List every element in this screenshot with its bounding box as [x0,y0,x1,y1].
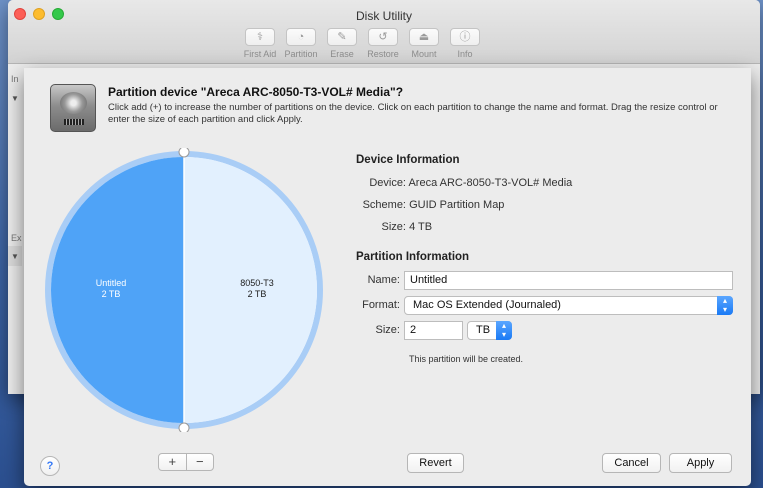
restore-icon[interactable]: ↺ [368,28,398,46]
partition-size: 2 TB [101,289,121,299]
partition-size-field[interactable]: 2 [404,321,463,340]
apply-button[interactable]: Apply [669,453,732,473]
disclosure-triangle-icon[interactable]: ▼ [11,94,19,103]
partition-tool[interactable]: ◔ Partition [282,28,320,59]
add-partition-button[interactable]: + [159,454,186,470]
revert-button[interactable]: Revert [407,453,464,473]
partition-information-title: Partition Information [356,251,470,263]
device-size-value: 4 TB [409,221,433,233]
window-title: Disk Utility [356,9,412,23]
partition-name-field[interactable]: Untitled [404,271,733,290]
scheme-value: GUID Partition Map [409,199,505,211]
scheme-row: Scheme: GUID Partition Map [356,199,505,211]
partition-label-untitled[interactable]: Untitled 2 TB [76,278,146,300]
device-row: Device: Areca ARC-8050-T3-VOL# Media [356,177,572,189]
partition-icon[interactable]: ◔ [286,28,316,46]
mount-tool[interactable]: ⏏ Mount [405,28,443,59]
select-stepper-icon: ▴ ▾ [496,321,512,340]
first-aid-label: First Aid [243,49,277,59]
scheme-label: Scheme: [362,199,406,211]
resize-handle-bottom[interactable] [178,422,190,432]
partition-note: This partition will be created. [409,354,524,364]
partition-label: Partition [284,49,318,59]
partition-size: 2 TB [247,289,267,299]
format-select[interactable]: Mac OS Extended (Journaled) ▴ ▾ [404,296,733,315]
info-icon[interactable]: ⓘ [450,28,480,46]
erase-tool[interactable]: ✎ Erase [323,28,361,59]
stethoscope-icon[interactable]: ⚕ [245,28,275,46]
drive-platter [60,92,87,114]
hard-drive-icon [50,84,96,132]
size-unit-value: TB [476,324,491,336]
mount-icon[interactable]: ⏏ [409,28,439,46]
toolbar: ⚕ First Aid ◔ Partition ✎ Erase ↺ Restor… [241,28,484,59]
size-label: Size: [375,324,400,336]
size-row: Size: 4 TB [356,221,433,233]
size-unit-select[interactable]: TB ▴ ▾ [467,321,512,340]
mount-label: Mount [411,49,437,59]
first-aid-tool[interactable]: ⚕ First Aid [241,28,279,59]
restore-label: Restore [367,49,399,59]
sheet-description: Click add (+) to increase the number of … [108,102,718,125]
remove-partition-button[interactable]: − [185,454,214,470]
device-label: Device: [369,177,406,189]
drive-port [64,119,84,125]
partition-name: 8050-T3 [240,278,274,288]
sidebar-internal-label: In [11,74,19,84]
format-value: Mac OS Extended (Journaled) [413,299,561,311]
partition-pie-chart[interactable]: Untitled 2 TB 8050-T3 2 TB [42,148,326,432]
sidebar-external-label: Ex [11,233,22,243]
erase-icon[interactable]: ✎ [327,28,357,46]
device-information-title: Device Information [356,154,460,166]
restore-tool[interactable]: ↺ Restore [364,28,402,59]
select-stepper-icon: ▴ ▾ [717,296,733,315]
device-value: Areca ARC-8050-T3-VOL# Media [408,177,573,189]
help-button[interactable]: ? [40,456,60,476]
info-tool[interactable]: ⓘ Info [446,28,484,59]
name-label: Name: [367,274,400,286]
cancel-button[interactable]: Cancel [602,453,661,473]
resize-handle-top[interactable] [178,148,190,158]
partition-label-8050-t3[interactable]: 8050-T3 2 TB [222,278,292,300]
device-size-label: Size: [381,221,406,233]
info-label: Info [457,49,473,59]
disclosure-triangle-icon[interactable]: ▼ [11,252,19,261]
format-label: Format: [362,299,400,311]
partition-name: Untitled [95,278,127,288]
erase-label: Erase [330,49,354,59]
title-bar: Disk Utility ⚕ First Aid ◔ Partition ✎ E… [8,0,760,64]
partition-sheet: Partition device "Areca ARC-8050-T3-VOL#… [24,68,751,486]
sheet-heading: Partition device "Areca ARC-8050-T3-VOL#… [108,85,404,99]
add-remove-control: + − [158,453,214,471]
